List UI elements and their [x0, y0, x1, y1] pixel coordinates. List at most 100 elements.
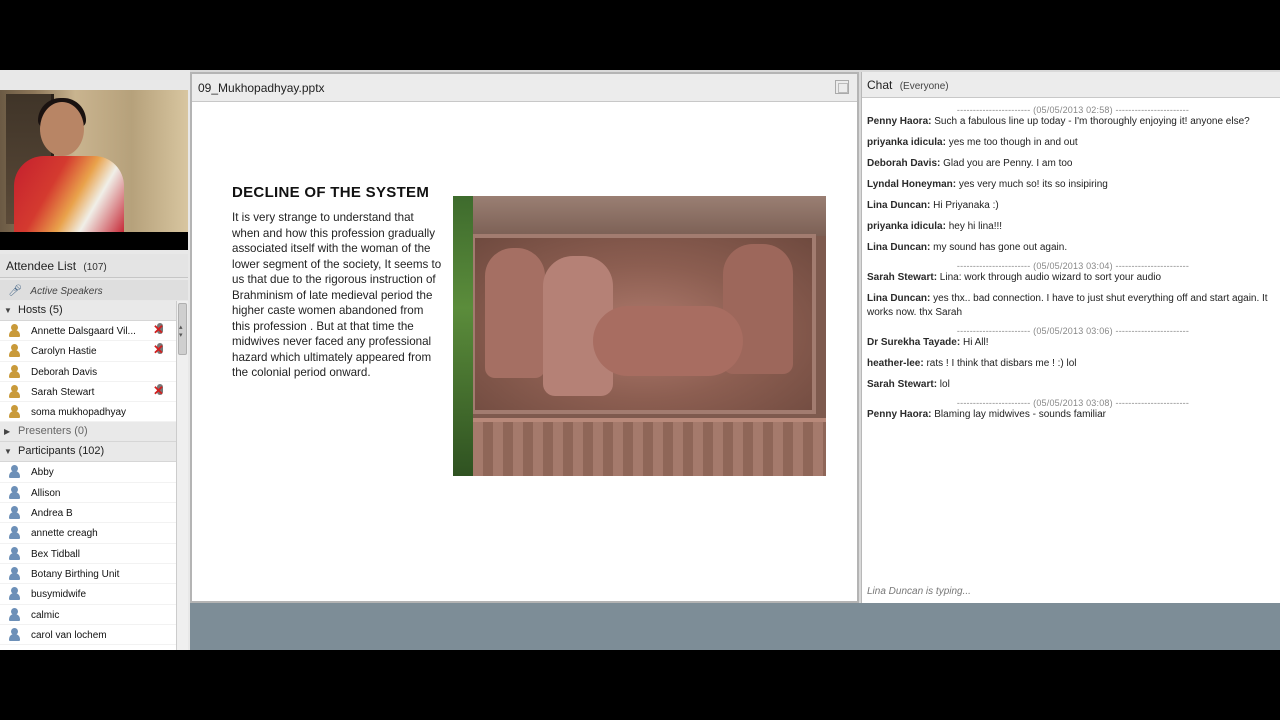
- typing-indicator: Lina Duncan is typing...: [867, 586, 971, 597]
- participant-user-icon: [8, 465, 21, 479]
- chat-message: Deborah Davis: Glad you are Penny. I am …: [867, 157, 1279, 171]
- presentation-filename: 09_Mukhopadhyay.pptx: [198, 81, 325, 95]
- chat-message: Lina Duncan: yes thx.. bad connection. I…: [867, 292, 1279, 319]
- attendee-list: ▼ Hosts (5) Annette Dalsgaard Vil... ✕ Carol…: [0, 301, 176, 650]
- attendee-row[interactable]: carol van lochem: [0, 625, 176, 646]
- attendee-row[interactable]: busymidwife: [0, 584, 176, 605]
- attendee-row[interactable]: Andrea B: [0, 503, 176, 524]
- triangle-right-icon: ▶: [4, 427, 11, 437]
- chat-sender: Sarah Stewart:: [867, 378, 938, 390]
- chat-title: Chat: [867, 78, 893, 92]
- chat-sender: heather-lee:: [867, 357, 924, 369]
- attendee-list-header[interactable]: Attendee List (107): [0, 254, 188, 278]
- participant-user-icon: [8, 607, 21, 621]
- chat-message: priyanka idicula: yes me too though in a…: [867, 136, 1279, 150]
- host-user-icon: [8, 344, 21, 358]
- attendee-row[interactable]: Bex Tidball: [0, 544, 176, 564]
- attendee-name: Sarah Stewart: [31, 386, 95, 398]
- chat-message: Penny Haora: Such a fabulous line up tod…: [867, 115, 1279, 129]
- attendee-row[interactable]: calmic: [0, 605, 176, 625]
- mic-muted-icon[interactable]: ✕: [153, 383, 166, 398]
- attendee-group[interactable]: ▶ Presenters (0): [0, 422, 176, 443]
- chat-sender: Penny Haora:: [867, 116, 932, 127]
- attendee-name: Andrea B: [31, 508, 73, 520]
- chat-timestamp-separator: ----------------------- (05/05/2013 03:0…: [956, 397, 1190, 408]
- attendee-name: calmic: [31, 609, 60, 621]
- attendee-name: busymidwife: [31, 589, 87, 601]
- chat-sender: priyanka idicula:: [867, 137, 946, 148]
- chat-text: yes me too though in and out: [945, 137, 1078, 148]
- triangle-down-icon: ▼: [4, 306, 12, 315]
- attendee-name: Carolyn Hastie: [31, 346, 97, 358]
- chat-message: Lina Duncan: Hi Priyanaka :): [867, 199, 1279, 213]
- chat-message: Dr Surekha Tayade: Hi All!: [867, 336, 1279, 350]
- chat-sender: Penny Haora:: [867, 408, 932, 420]
- attendee-count: (107): [83, 262, 107, 273]
- chat-sender: Deborah Davis:: [867, 158, 941, 169]
- attendee-name: Bex Tidball: [31, 548, 80, 560]
- scroll-arrow-icon[interactable]: ▴ ▾: [179, 323, 183, 339]
- attendee-name: Allison: [31, 487, 61, 499]
- attendee-name: Abby: [31, 467, 54, 479]
- chat-sender: Lyndal Honeyman:: [867, 179, 957, 190]
- webinar-app: Attendee List (107) 🎤︎ Active Speakers ▼…: [0, 70, 1280, 650]
- attendee-group[interactable]: ▼ Hosts (5): [0, 301, 176, 321]
- chat-sender: Lina Duncan:: [867, 293, 931, 304]
- chat-text: hey hi lina!!!: [945, 221, 1003, 232]
- attendee-name: Deborah Davis: [31, 366, 98, 378]
- chat-message: priyanka idicula: hey hi lina!!!: [867, 220, 1279, 234]
- participant-user-icon: [8, 485, 21, 499]
- microphone-icon: 🎤︎: [8, 285, 22, 297]
- chat-message: Penny Haora: Blaming lay midwives - soun…: [867, 408, 1279, 422]
- attendee-name: soma mukhopadhyay: [31, 407, 127, 419]
- active-speakers-label: Active Speakers: [30, 286, 103, 297]
- attendee-scrollbar[interactable]: ▴ ▾: [176, 301, 188, 650]
- fullscreen-icon[interactable]: [835, 80, 849, 94]
- mic-muted-icon[interactable]: ✕: [153, 343, 166, 357]
- participant-user-icon: [8, 506, 21, 520]
- participant-user-icon: [8, 627, 21, 641]
- chat-scope[interactable]: (Everyone): [900, 81, 949, 92]
- chat-text: Hi All!: [960, 336, 989, 348]
- chat-message: heather-lee: rats ! I think that disbars…: [867, 357, 1279, 371]
- chat-message: Lyndal Honeyman: yes very much so! its s…: [867, 178, 1279, 192]
- attendee-name: Botany Birthing Unit: [31, 568, 120, 580]
- host-user-icon: [8, 364, 21, 378]
- chat-text: Hi Priyanaka :): [930, 200, 999, 211]
- attendee-group[interactable]: ▼ Participants (102): [0, 442, 176, 463]
- active-speakers: 🎤︎ Active Speakers: [0, 280, 188, 300]
- chat-text: rats ! I think that disbars me ! :) lol: [923, 357, 1077, 369]
- chat-sender: Lina Duncan:: [867, 242, 931, 253]
- triangle-down-icon: ▼: [4, 447, 12, 457]
- attendee-row[interactable]: Deborah Davis: [0, 362, 176, 382]
- slide: DECLINE OF THE SYSTEM It is very strange…: [192, 102, 857, 601]
- host-user-icon: [8, 405, 21, 419]
- attendee-row[interactable]: Allison: [0, 483, 176, 504]
- chat-timestamp-separator: ----------------------- (05/05/2013 02:5…: [956, 105, 1190, 115]
- attendee-group-label: Hosts (5): [18, 304, 63, 316]
- attendee-row[interactable]: Annette Dalsgaard Vil... ✕: [0, 321, 176, 342]
- presentation-header: 09_Mukhopadhyay.pptx: [192, 74, 857, 102]
- chat-message: Lina Duncan: my sound has gone out again…: [867, 241, 1279, 255]
- participant-user-icon: [8, 566, 21, 580]
- chat-header: Chat (Everyone): [862, 72, 1280, 98]
- attendee-row[interactable]: Abby: [0, 462, 176, 483]
- participant-user-icon: [8, 526, 21, 540]
- chat-text: Lina: work through audio wizard to sort …: [937, 272, 1162, 283]
- bottom-toolbar: [190, 603, 1280, 650]
- host-user-icon: [8, 384, 21, 398]
- attendee-name: annette creagh: [31, 528, 98, 540]
- attendee-row[interactable]: Sarah Stewart ✕: [0, 382, 176, 403]
- attendee-row[interactable]: Botany Birthing Unit: [0, 564, 176, 585]
- chat-text: lol: [937, 378, 950, 390]
- chat-sender: Dr Surekha Tayade:: [867, 336, 961, 348]
- chat-text: my sound has gone out again.: [930, 242, 1068, 253]
- chat-message: Sarah Stewart: lol: [867, 378, 1279, 392]
- attendee-row[interactable]: soma mukhopadhyay: [0, 402, 176, 423]
- chat-timestamp-separator: ----------------------- (05/05/2013 03:0…: [956, 325, 1190, 336]
- slide-title: DECLINE OF THE SYSTEM: [232, 184, 430, 201]
- attendee-row[interactable]: Carolyn Hastie ✕: [0, 341, 176, 362]
- chat-message: Sarah Stewart: Lina: work through audio …: [867, 271, 1279, 285]
- attendee-row[interactable]: annette creagh: [0, 523, 176, 544]
- mic-muted-icon[interactable]: ✕: [153, 323, 166, 337]
